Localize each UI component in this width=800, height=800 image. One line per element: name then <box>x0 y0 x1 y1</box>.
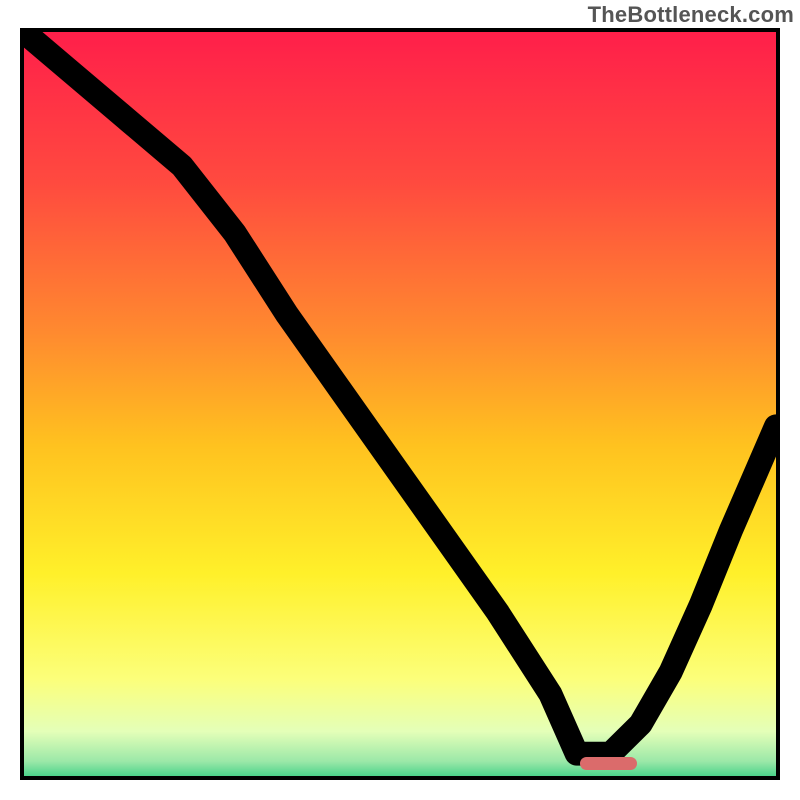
bottleneck-curve <box>24 32 776 754</box>
plot-area <box>20 28 780 780</box>
sweet-spot-marker <box>580 757 636 770</box>
chart-frame: TheBottleneck.com <box>0 0 800 800</box>
curve-layer <box>24 32 776 776</box>
watermark-label: TheBottleneck.com <box>588 2 794 28</box>
